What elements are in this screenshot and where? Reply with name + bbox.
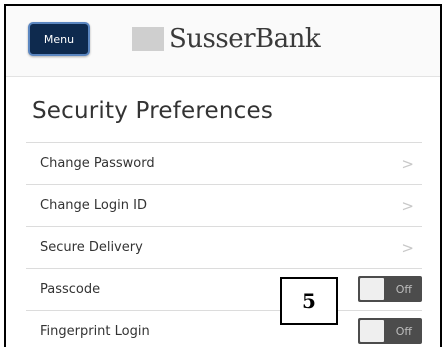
page-title: Security Preferences bbox=[32, 98, 274, 124]
fingerprint-login-toggle[interactable]: Off bbox=[358, 318, 422, 344]
toggle-knob bbox=[360, 320, 384, 342]
change-login-id-label: Change Login ID bbox=[40, 198, 147, 213]
bank-logo: SusserBank bbox=[132, 24, 321, 54]
callout-number-box: 5 bbox=[280, 277, 338, 325]
logo-mark bbox=[132, 27, 164, 51]
secure-delivery-item[interactable]: Secure Delivery > bbox=[26, 226, 422, 268]
passcode-toggle-state: Off bbox=[395, 282, 412, 296]
passcode-toggle[interactable]: Off bbox=[358, 276, 422, 302]
passcode-item: Passcode Off bbox=[26, 268, 422, 310]
brand-name: SusserBank bbox=[169, 24, 321, 54]
chevron-right-icon: > bbox=[401, 238, 414, 257]
fingerprint-login-label: Fingerprint Login bbox=[40, 324, 150, 339]
preferences-list: Change Password > Change Login ID > Secu… bbox=[26, 142, 422, 347]
fingerprint-toggle-state: Off bbox=[395, 324, 412, 338]
secure-delivery-label: Secure Delivery bbox=[40, 240, 143, 255]
change-login-id-item[interactable]: Change Login ID > bbox=[26, 184, 422, 226]
menu-button-label: Menu bbox=[43, 32, 75, 46]
change-password-item[interactable]: Change Password > bbox=[26, 142, 422, 184]
fingerprint-login-item: Fingerprint Login Off bbox=[26, 310, 422, 347]
mobile-screen: Menu SusserBank Security Preferences Cha… bbox=[4, 4, 442, 347]
change-password-label: Change Password bbox=[40, 156, 155, 171]
app-header: Menu SusserBank bbox=[6, 6, 440, 77]
chevron-right-icon: > bbox=[401, 154, 414, 173]
chevron-right-icon: > bbox=[401, 196, 414, 215]
passcode-label: Passcode bbox=[40, 282, 101, 297]
toggle-knob bbox=[360, 278, 384, 300]
menu-button[interactable]: Menu bbox=[28, 22, 90, 56]
